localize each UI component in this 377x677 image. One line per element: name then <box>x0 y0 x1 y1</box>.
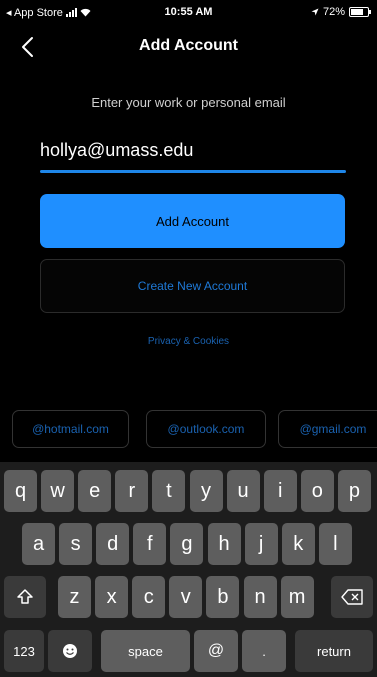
space-key[interactable]: space <box>101 630 190 672</box>
suggestion-chip-gmail[interactable]: @gmail.com <box>278 410 377 448</box>
key-h[interactable]: h <box>207 523 241 565</box>
key-n[interactable]: n <box>243 576 277 618</box>
emoji-key[interactable] <box>48 630 92 672</box>
numbers-key[interactable]: 123 <box>4 630 44 672</box>
key-m[interactable]: m <box>280 576 314 618</box>
key-y[interactable]: y <box>189 470 223 512</box>
key-u[interactable]: u <box>226 470 260 512</box>
key-w[interactable]: w <box>41 470 75 512</box>
email-field[interactable] <box>40 132 346 173</box>
battery-percent: 72% <box>322 6 345 18</box>
key-r[interactable]: r <box>115 470 149 512</box>
email-prompt: Enter your work or personal email <box>91 95 286 110</box>
status-right: 72% <box>311 6 371 18</box>
location-icon <box>311 8 319 16</box>
key-x[interactable]: x <box>95 576 129 618</box>
suggestion-chip-outlook[interactable]: @outlook.com <box>146 410 266 448</box>
create-new-account-button[interactable]: Create New Account <box>40 259 345 313</box>
key-g[interactable]: g <box>170 523 204 565</box>
status-bar: ◂ App Store 10:55 AM 72% <box>0 0 377 24</box>
key-j[interactable]: j <box>244 523 278 565</box>
email-input[interactable] <box>40 132 346 168</box>
key-z[interactable]: z <box>58 576 91 618</box>
add-account-button[interactable]: Add Account <box>40 194 345 248</box>
key-k[interactable]: k <box>281 523 315 565</box>
key-e[interactable]: e <box>78 470 112 512</box>
key-p[interactable]: p <box>337 470 371 512</box>
return-key[interactable]: return <box>295 630 373 672</box>
delete-key[interactable] <box>331 576 373 618</box>
key-o[interactable]: o <box>300 470 334 512</box>
key-a[interactable]: a <box>22 523 55 565</box>
key-l[interactable]: l <box>318 523 352 565</box>
key-f[interactable]: f <box>133 523 167 565</box>
emoji-icon <box>63 644 77 658</box>
battery-fill <box>351 9 363 15</box>
key-c[interactable]: c <box>132 576 166 618</box>
key-v[interactable]: v <box>169 576 203 618</box>
key-s[interactable]: s <box>59 523 93 565</box>
delete-icon <box>341 589 363 605</box>
key-t[interactable]: t <box>152 470 186 512</box>
battery-icon <box>349 7 371 17</box>
keyboard: qwertyuiop asdfghjkl zxcvbnm 123 space @… <box>0 462 377 677</box>
key-b[interactable]: b <box>206 576 240 618</box>
email-underline <box>40 170 346 173</box>
page-title: Add Account <box>139 37 238 54</box>
key-i[interactable]: i <box>263 470 297 512</box>
shift-key[interactable] <box>4 576 46 618</box>
privacy-cookies-link[interactable]: Privacy & Cookies <box>0 336 377 347</box>
period-key[interactable]: . <box>242 630 286 672</box>
key-d[interactable]: d <box>96 523 130 565</box>
shift-icon <box>17 589 33 604</box>
at-key[interactable]: @ <box>194 630 238 672</box>
suggestion-chip-hotmail[interactable]: @hotmail.com <box>12 410 129 448</box>
key-q[interactable]: q <box>4 470 37 512</box>
domain-suggestions: @hotmail.com @outlook.com @gmail.com <box>0 410 377 450</box>
nav-bar: Add Account <box>0 24 377 70</box>
